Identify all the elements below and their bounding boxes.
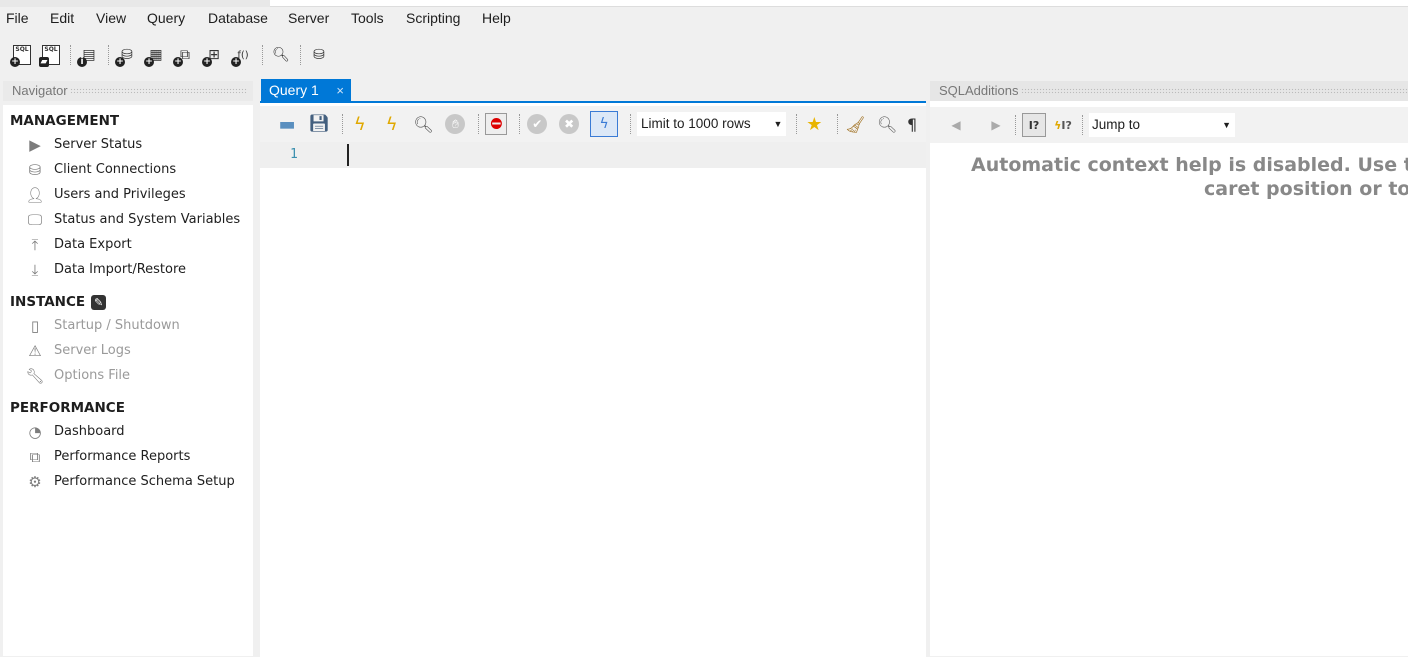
menu-file[interactable]: File [6,10,29,26]
nav-performance-reports[interactable]: ⧉ Performance Reports [3,444,253,469]
sql-additions-toolbar: ◀ ▶ I? ϟ I? Jump to ▼ [930,107,1408,143]
user-icon: 👤︎ [25,185,45,204]
instance-wrench-icon[interactable]: ✎ [91,294,107,310]
schema-inspector-icon[interactable]: ▤ i [77,43,101,67]
menu-edit[interactable]: Edit [50,10,74,26]
gauge-icon: ◔ [28,422,42,441]
nav-performance-schema-setup[interactable]: ⚙ Performance Schema Setup [3,469,253,494]
traffic-light-icon: ▯ [30,316,40,335]
explain-icon[interactable]: 🔍︎ [413,113,435,135]
query-toolbar: ▬ 💾︎ ϟ ϟ 🔍︎ ✋︎ ⛔︎ ✔ ✖ ϟ Limit to 1000 ro… [260,106,926,142]
upload-icon: ⤒ [31,235,39,254]
nav-startup-shutdown[interactable]: ▯ Startup / Shutdown [3,313,253,338]
nav-server-status[interactable]: ▶ Server Status [3,132,253,157]
create-view-icon[interactable]: ⧉ + [173,43,197,67]
back-arrow-icon[interactable]: ◀ [944,113,968,137]
download-icon: ⤓ [31,260,39,279]
play-circle-icon: ▶ [29,135,41,154]
main-toolbar: SQL + SQL ▰ ▤ i ⛁ + ▦ + ⧉ + ⊞ + f() + 🔍︎ ⛁ [10,40,336,70]
window-title-strip [0,0,1408,7]
new-sql-tab-icon[interactable]: SQL + [10,43,34,67]
stop-icon[interactable]: ✋︎ [445,113,467,135]
context-help-message-line1: Automatic context help is disabled. Use … [971,154,1408,176]
schema-setup-icon: ⚙ [28,472,42,491]
open-folder-icon[interactable]: ▬ [276,113,298,135]
navigator-header: Navigator [3,81,253,101]
create-table-icon[interactable]: ▦ + [144,43,168,67]
monitor-icon: 🖵︎ [27,210,43,229]
invisible-chars-icon[interactable]: ¶ [908,113,916,135]
database-connection-icon: ⛁ [28,160,42,179]
create-function-icon[interactable]: f() + [231,43,255,67]
section-instance: INSTANCE ✎ [10,293,253,311]
navigator-panel: Navigator MANAGEMENT ▶ Server Status ⛁ Cli… [3,81,253,656]
search-table-data-icon[interactable]: 🔍︎ [269,43,293,67]
open-sql-script-icon[interactable]: SQL ▰ [39,43,63,67]
menu-database[interactable]: Database [208,10,268,26]
warning-icon: ⚠ [28,341,42,360]
sql-editor[interactable]: 1 [260,142,926,657]
nav-dashboard[interactable]: ◔ Dashboard [3,419,253,444]
jump-to-select[interactable]: Jump to ▼ [1089,113,1235,137]
find-icon[interactable]: 🔍︎ [876,113,898,135]
close-icon[interactable]: × [336,80,344,102]
beautify-broom-icon[interactable]: 🧹︎ [844,113,866,135]
create-schema-icon[interactable]: ⛁ + [115,43,139,67]
toggle-error-stop-icon[interactable]: ⛔︎ [485,113,508,135]
create-procedure-icon[interactable]: ⊞ + [202,43,226,67]
limit-rows-select[interactable]: Limit to 1000 rows ▼ [637,112,787,136]
chevron-down-icon: ▼ [1222,120,1231,130]
auto-context-help-icon[interactable]: ϟ I? [1051,113,1075,137]
add-snippet-star-icon[interactable]: ★ [803,113,825,135]
line-number: 1 [290,147,298,162]
rollback-icon[interactable]: ✖ [558,113,580,135]
autocommit-toggle-icon[interactable]: ϟ [590,111,619,137]
nav-data-import[interactable]: ⤓ Data Import/Restore [3,257,253,282]
section-management: MANAGEMENT [10,113,120,129]
execute-lightning-icon[interactable]: ϟ [349,113,371,135]
nav-status-variables[interactable]: 🖵︎ Status and System Variables [3,207,253,232]
chevron-down-icon: ▼ [773,119,783,129]
wrench-icon: 🔧︎ [25,366,45,385]
nav-server-logs[interactable]: ⚠ Server Logs [3,338,253,363]
tab-query-1[interactable]: Query 1 × [261,79,351,103]
commit-icon[interactable]: ✔ [526,113,548,135]
query-tab-bar: Query 1 × [260,79,926,103]
nav-users-privileges[interactable]: 👤︎ Users and Privileges [3,182,253,207]
context-help-icon[interactable]: I? [1022,113,1046,137]
nav-options-file[interactable]: 🔧︎ Options File [3,363,253,388]
execute-current-icon[interactable]: ϟ [381,113,403,135]
menu-view[interactable]: View [96,10,126,26]
reconnect-icon[interactable]: ⛁ [307,43,331,67]
menu-help[interactable]: Help [482,10,511,26]
sql-additions-panel: SQLAdditions ◀ ▶ I? ϟ I? Jump to ▼ Automat… [930,81,1408,656]
reports-icon: ⧉ [29,447,41,466]
query-panel: Query 1 × ▬ 💾︎ ϟ ϟ 🔍︎ ✋︎ ⛔︎ ✔ ✖ ϟ Limit t… [260,79,926,657]
forward-arrow-icon[interactable]: ▶ [984,113,1008,137]
menu-tools[interactable]: Tools [351,10,384,26]
nav-data-export[interactable]: ⤒ Data Export [3,232,253,257]
section-performance: PERFORMANCE [10,400,125,416]
text-cursor [347,144,349,166]
context-help-message-line2: caret position or to t [1204,178,1408,200]
sql-additions-header: SQLAdditions [930,81,1408,101]
save-icon[interactable]: 💾︎ [308,113,330,135]
menu-scripting[interactable]: Scripting [406,10,460,26]
menu-query[interactable]: Query [147,10,185,26]
menu-server[interactable]: Server [288,10,329,26]
nav-client-connections[interactable]: ⛁ Client Connections [3,157,253,182]
